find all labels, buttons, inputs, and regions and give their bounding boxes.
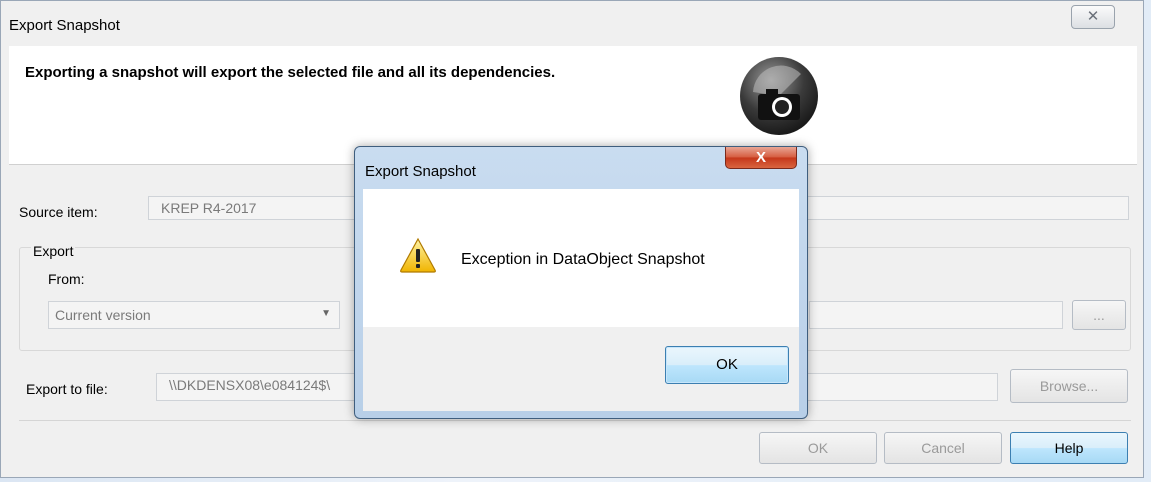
ellipsis-button[interactable]: ...: [1072, 300, 1126, 330]
from-label: From:: [48, 271, 85, 287]
browse-button[interactable]: Browse...: [1010, 369, 1128, 403]
export-group-label: Export: [31, 243, 76, 259]
message-box-footer: OK: [363, 327, 799, 411]
dialog-title: Export Snapshot: [9, 17, 120, 34]
message-box-close-button[interactable]: X: [725, 147, 797, 169]
message-box-body: Exception in DataObject Snapshot: [363, 189, 799, 327]
from-select-value: Current version: [55, 307, 151, 323]
ok-button[interactable]: OK: [759, 432, 877, 464]
footer-divider: [19, 420, 1131, 421]
cancel-button[interactable]: Cancel: [884, 432, 1002, 464]
export-file-label: Export to file:: [26, 381, 108, 397]
source-item-label: Source item:: [19, 204, 98, 220]
from-select[interactable]: Current version ▼: [48, 301, 340, 329]
error-message-box: Export Snapshot X Exception in DataObjec…: [354, 146, 808, 419]
header-description: Exporting a snapshot will export the sel…: [25, 64, 556, 81]
chevron-down-icon: ▼: [321, 308, 331, 319]
version-field: [809, 301, 1063, 329]
message-box-ok-button[interactable]: OK: [665, 346, 789, 384]
warning-icon: [400, 237, 436, 273]
camera-icon: [740, 57, 818, 135]
error-message: Exception in DataObject Snapshot: [461, 251, 705, 268]
close-button[interactable]: ✕: [1071, 5, 1115, 29]
close-icon: ✕: [1086, 8, 1100, 25]
close-icon: X: [755, 149, 766, 166]
message-box-title: Export Snapshot: [365, 163, 476, 180]
help-button[interactable]: Help: [1010, 432, 1128, 464]
